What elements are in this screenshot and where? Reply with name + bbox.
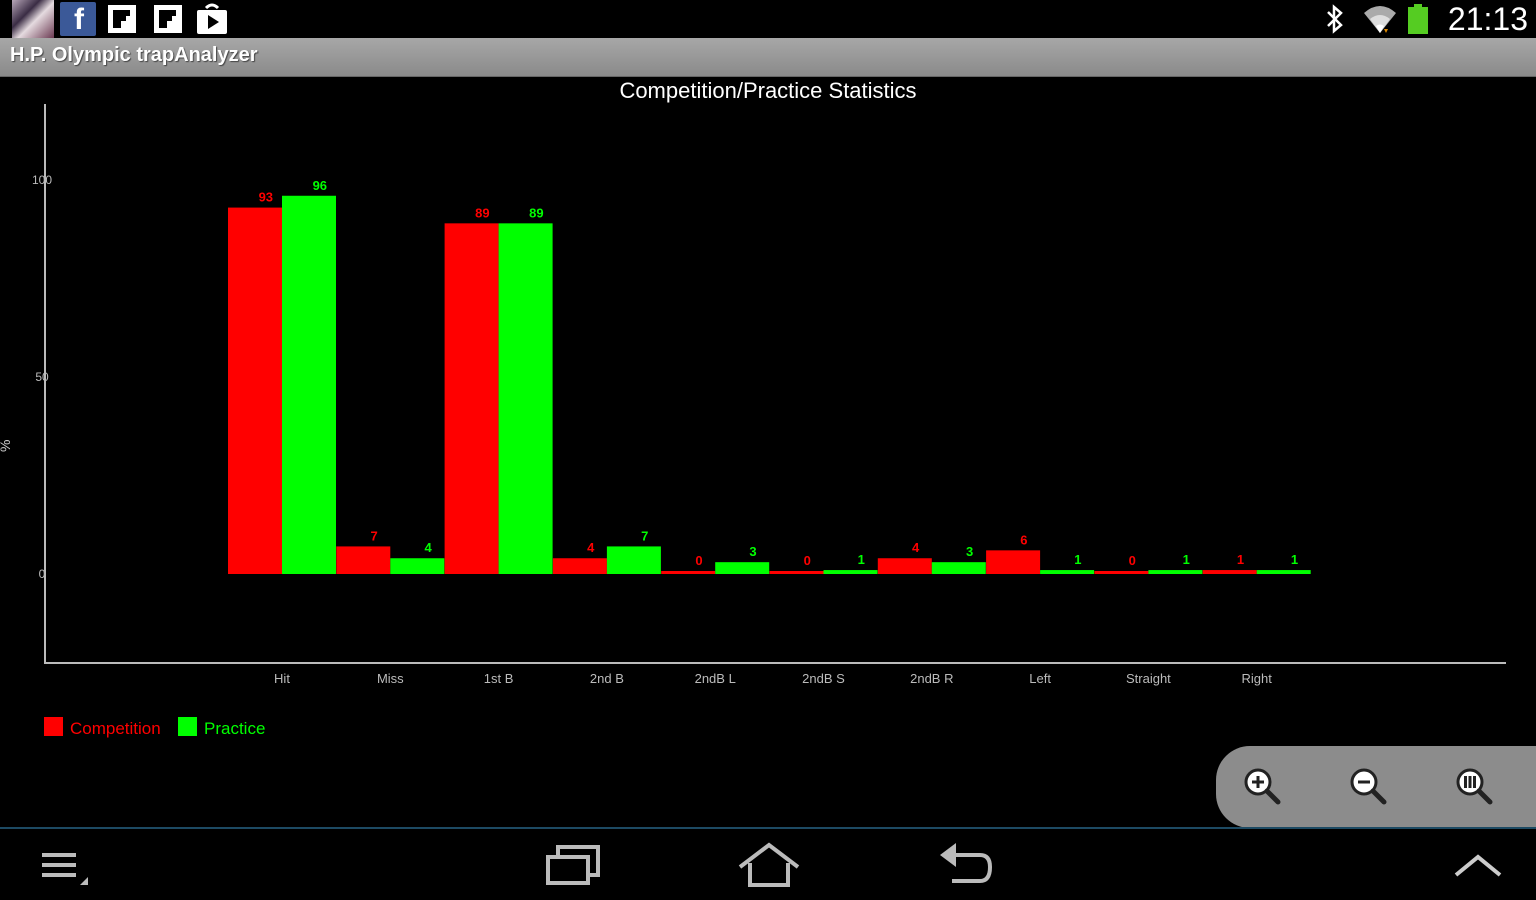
chart-legend: Competition Practice bbox=[44, 717, 265, 738]
app-title: H.P. Olympic trapAnalyzer bbox=[10, 44, 258, 66]
chart-title: Competition/Practice Statistics bbox=[619, 78, 916, 103]
bar-practice-straight bbox=[1148, 570, 1203, 574]
bar-practice-left bbox=[1040, 570, 1095, 574]
chevron-up-icon[interactable] bbox=[1452, 841, 1504, 889]
x-tick-label: 2ndB R bbox=[910, 671, 953, 686]
navigation-bar bbox=[0, 829, 1536, 900]
bar-value-label: 1 bbox=[1291, 552, 1298, 567]
bar-practice-miss bbox=[390, 558, 445, 574]
zoom-in-icon[interactable] bbox=[1240, 764, 1284, 808]
bar-value-label: 4 bbox=[912, 540, 920, 555]
legend-label-practice: Practice bbox=[204, 719, 265, 738]
bar-competition-2ndb-r bbox=[877, 558, 932, 574]
bar-practice-1st-b bbox=[498, 223, 553, 574]
home-icon[interactable] bbox=[736, 841, 802, 889]
bar-value-label: 3 bbox=[749, 544, 756, 559]
bar-practice-2ndb-s bbox=[823, 570, 878, 574]
zoom-controls bbox=[1216, 746, 1536, 828]
bar-value-label: 4 bbox=[587, 540, 595, 555]
bar-practice-2ndb-l bbox=[715, 562, 770, 574]
x-tick-label: Right bbox=[1242, 671, 1273, 686]
bar-value-label: 89 bbox=[529, 205, 543, 220]
bar-value-label: 0 bbox=[695, 553, 702, 568]
legend-label-competition: Competition bbox=[70, 719, 161, 738]
bar-value-label: 4 bbox=[424, 540, 432, 555]
bar-competition-right bbox=[1202, 570, 1257, 574]
bar-value-label: 93 bbox=[259, 190, 273, 205]
bar-practice-right bbox=[1256, 570, 1311, 574]
bar-value-label: 0 bbox=[804, 553, 811, 568]
legend-swatch-practice bbox=[178, 717, 197, 736]
bar-value-label: 89 bbox=[475, 205, 489, 220]
bar-competition-miss bbox=[336, 546, 391, 574]
bar-practice-hit bbox=[282, 195, 336, 574]
x-tick-label: Miss bbox=[377, 671, 404, 686]
bar-competition-straight bbox=[1094, 571, 1149, 574]
bar-practice-2ndb-r bbox=[931, 562, 986, 574]
y-axis-label: % bbox=[0, 440, 13, 452]
bar-competition-hit bbox=[228, 207, 282, 574]
x-tick-label: 2ndB L bbox=[695, 671, 736, 686]
y-tick-label: 50 bbox=[35, 370, 49, 384]
bar-value-label: 1 bbox=[1074, 552, 1081, 567]
bar-value-label: 7 bbox=[641, 528, 648, 543]
recent-apps-icon[interactable] bbox=[544, 841, 604, 889]
bar-value-label: 0 bbox=[1129, 553, 1136, 568]
clock: 21:13 bbox=[1447, 1, 1528, 37]
flipboard-icon bbox=[154, 5, 182, 33]
bar-value-label: 1 bbox=[1237, 552, 1244, 567]
flipboard-icon bbox=[108, 5, 136, 33]
bar-competition-1st-b bbox=[444, 223, 499, 574]
bar-chart: Competition/Practice Statistics % 050100… bbox=[0, 78, 1506, 738]
menu-icon[interactable] bbox=[40, 841, 90, 889]
x-tick-label: 2nd B bbox=[590, 671, 624, 686]
bar-value-label: 6 bbox=[1020, 532, 1027, 547]
battery-icon bbox=[1408, 4, 1428, 34]
y-tick-label: 0 bbox=[39, 567, 46, 581]
status-bar: f 21:13 bbox=[0, 0, 1536, 38]
bluetooth-icon bbox=[1327, 4, 1343, 34]
bar-value-label: 1 bbox=[1183, 552, 1190, 567]
action-bar: H.P. Olympic trapAnalyzer bbox=[0, 38, 1536, 77]
x-tick-label: 1st B bbox=[484, 671, 514, 686]
bar-value-label: 96 bbox=[313, 178, 327, 193]
zoom-out-icon[interactable] bbox=[1346, 764, 1390, 808]
bar-competition-2ndb-l bbox=[661, 571, 716, 574]
bar-competition-2nd-b bbox=[552, 558, 607, 574]
wifi-icon bbox=[1364, 6, 1396, 33]
x-tick-label: Left bbox=[1029, 671, 1051, 686]
back-icon[interactable] bbox=[936, 841, 996, 889]
bar-competition-left bbox=[986, 550, 1041, 574]
bar-competition-2ndb-s bbox=[769, 571, 824, 574]
x-tick-label: Straight bbox=[1126, 671, 1171, 686]
y-tick-label: 100 bbox=[32, 173, 52, 187]
zoom-reset-icon[interactable] bbox=[1452, 764, 1496, 808]
x-tick-label: Hit bbox=[274, 671, 290, 686]
bar-value-label: 1 bbox=[858, 552, 865, 567]
bar-value-label: 7 bbox=[370, 528, 377, 543]
bar-practice-2nd-b bbox=[606, 546, 661, 574]
bar-value-label: 3 bbox=[966, 544, 973, 559]
x-tick-label: 2ndB S bbox=[802, 671, 845, 686]
legend-swatch-competition bbox=[44, 717, 63, 736]
facebook-icon: f bbox=[60, 2, 96, 36]
app-thumbnail-icon bbox=[12, 0, 54, 38]
play-store-icon bbox=[197, 3, 227, 34]
